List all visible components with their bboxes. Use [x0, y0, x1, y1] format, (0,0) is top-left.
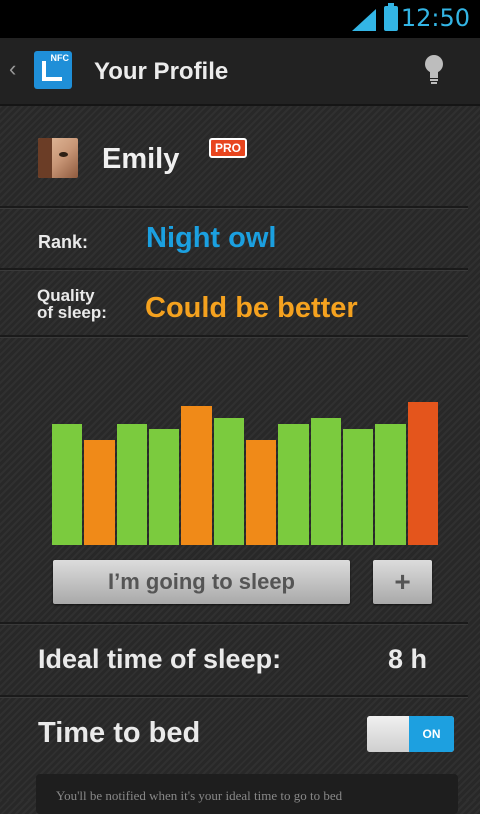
ideal-sleep-value[interactable]: 8 h: [388, 644, 427, 675]
battery-icon: [384, 3, 398, 31]
chart-bar: [84, 440, 115, 545]
divider: [0, 695, 468, 698]
divider: [0, 335, 468, 338]
chart-bar: [343, 429, 374, 545]
time-to-bed-label: Time to bed: [38, 717, 201, 749]
time-to-bed-toggle[interactable]: ON: [367, 716, 454, 752]
chart-bar: [52, 424, 83, 545]
app-logo-shape: [42, 61, 62, 81]
quality-label-line2: of sleep:: [37, 303, 107, 322]
chart-bar: [278, 424, 309, 545]
signal-icon: [352, 9, 376, 31]
divider: [0, 268, 468, 271]
quality-value: Could be better: [145, 292, 358, 324]
app-logo[interactable]: NFC: [34, 51, 72, 89]
chart-bar: [116, 424, 147, 545]
quality-label: Quality of sleep:: [37, 287, 107, 321]
sleep-history-chart: [52, 390, 438, 545]
chart-bar: [181, 406, 212, 545]
quality-label-line1: Quality: [37, 286, 95, 305]
action-bar: ‹ NFC Your Profile: [0, 38, 480, 106]
toggle-on-label: ON: [409, 716, 454, 752]
rank-value: Night owl: [146, 222, 277, 254]
rank-label: Rank:: [38, 232, 89, 252]
going-to-sleep-button[interactable]: I’m going to sleep: [53, 560, 350, 604]
chart-bar: [213, 418, 244, 545]
add-button[interactable]: +: [373, 560, 432, 604]
status-bar: 12:50: [0, 0, 480, 38]
ideal-sleep-label: Ideal time of sleep:: [38, 644, 282, 674]
lightbulb-icon[interactable]: [424, 54, 444, 86]
hint-text: You'll be notified when it's your ideal …: [56, 788, 343, 803]
chart-bar: [407, 402, 438, 545]
chart-bar: [149, 429, 180, 545]
chart-bar: [310, 418, 341, 545]
toggle-off-side: [367, 716, 409, 752]
profile-name: Emily: [102, 143, 180, 175]
chart-bar: [375, 424, 406, 545]
status-time: 12:50: [400, 4, 470, 32]
divider: [0, 622, 468, 625]
page-title: Your Profile: [94, 58, 229, 85]
back-chevron-icon[interactable]: ‹: [9, 56, 16, 82]
pro-badge: PRO: [209, 138, 248, 158]
avatar[interactable]: [38, 138, 78, 178]
hint-card: You'll be notified when it's your ideal …: [36, 774, 458, 814]
divider: [0, 206, 468, 209]
chart-bar: [246, 440, 277, 545]
